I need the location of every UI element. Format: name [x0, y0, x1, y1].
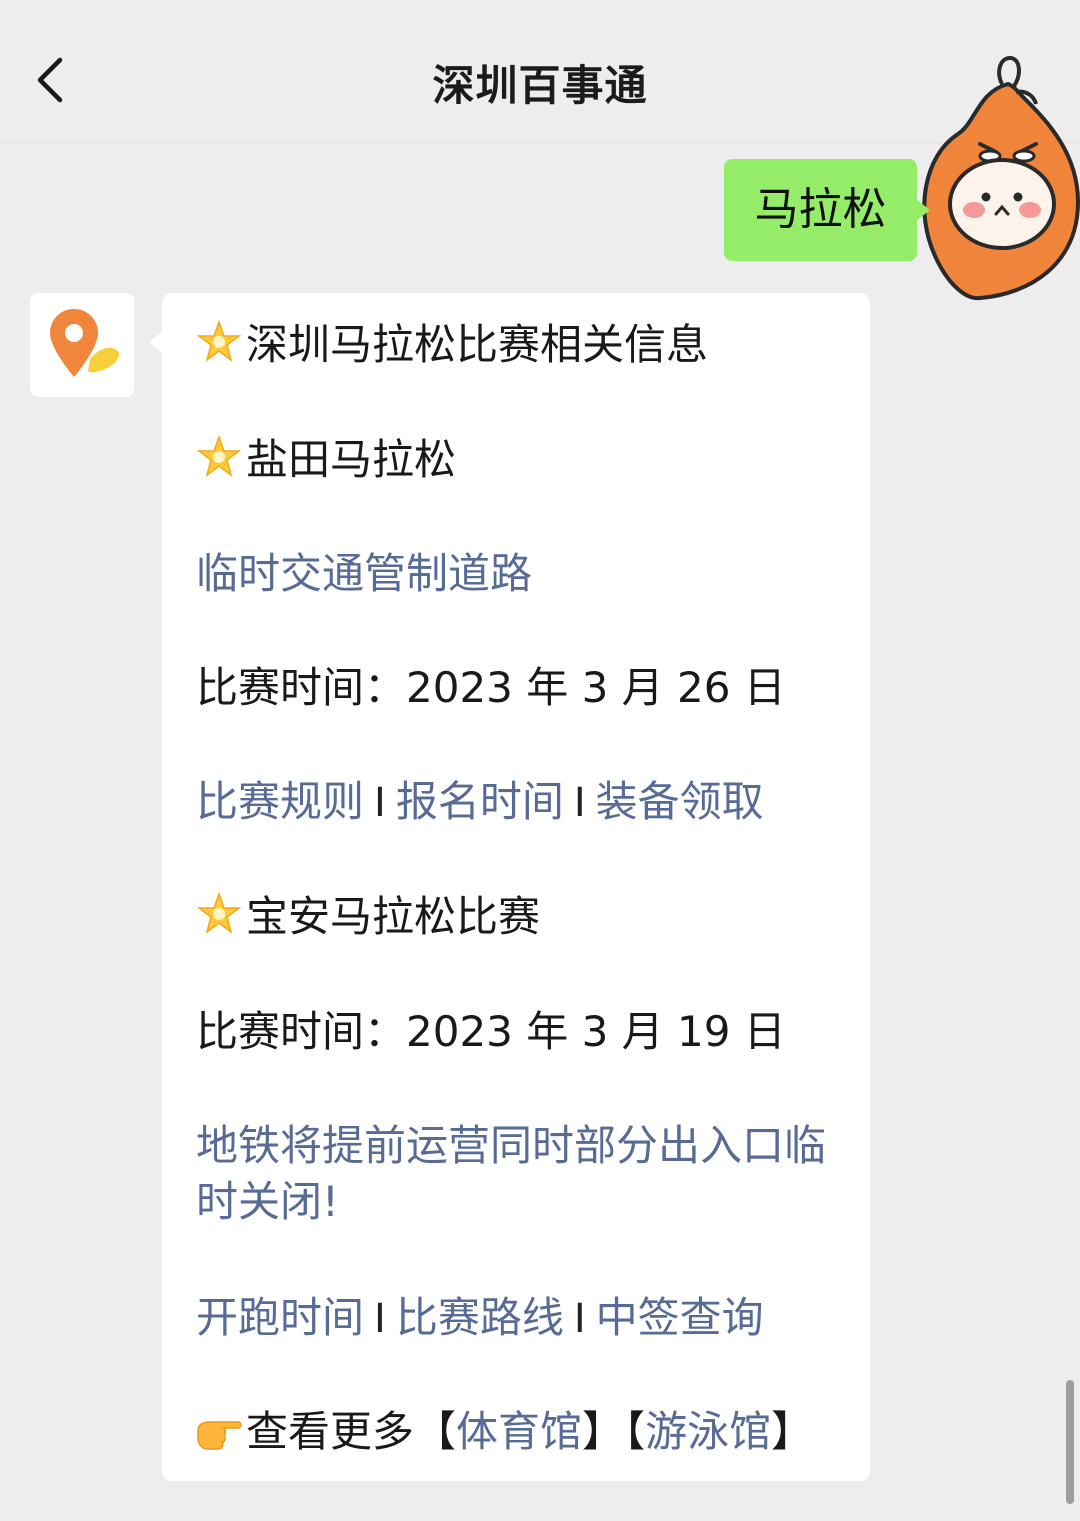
metro-notice-link-line-2[interactable]: 时关闭! [196, 1174, 850, 1230]
user-avatar[interactable] [918, 52, 1080, 302]
see-more-prefix: 查看更多 [246, 1407, 415, 1456]
links-row-baoan: 开跑时间 I 比赛路线 I 中签查询 [196, 1290, 850, 1347]
heading-shenzhen-marathon: 深圳马拉松比赛相关信息 [196, 317, 850, 373]
gear-pickup-link[interactable]: 装备领取 [596, 777, 764, 826]
race-date-yantian: 比赛时间：2023 年 3 月 26 日 [196, 663, 786, 712]
separator: I [573, 1296, 586, 1342]
swimming-pool-link[interactable]: 游泳馆 [645, 1407, 771, 1456]
separator: I [573, 780, 586, 826]
glowing-star-icon [196, 434, 242, 477]
glowing-star-icon [196, 891, 242, 934]
race-rules-link[interactable]: 比赛规则 [196, 777, 364, 826]
stadium-link[interactable]: 体育馆 [456, 1407, 582, 1456]
bracket-open: 【 [414, 1407, 457, 1456]
bot-avatar[interactable] [30, 293, 134, 397]
traffic-control-link[interactable]: 临时交通管制道路 [196, 546, 850, 602]
scrollbar[interactable] [1066, 1380, 1074, 1504]
links-row-yantian: 比赛规则 I 报名时间 I 装备领取 [196, 774, 850, 831]
user-message-bubble: 马拉松 [724, 159, 930, 261]
see-more-row: 查看更多【体育馆】【游泳馆】 [194, 1404, 850, 1460]
bot-message-bubble: 深圳马拉松比赛相关信息 盐田马拉松 临时交通管制道路 比赛时间：2023 年 3… [149, 293, 870, 1481]
location-pin-icon [50, 309, 120, 377]
separator: I [374, 780, 386, 826]
glowing-star-icon [196, 319, 242, 362]
heading-text: 宝安马拉松比赛 [246, 892, 541, 941]
race-date-baoan: 比赛时间：2023 年 3 月 19 日 [196, 1007, 786, 1056]
registration-time-link[interactable]: 报名时间 [396, 777, 564, 826]
bracket-open: 【 [624, 1407, 646, 1456]
heading-text: 盐田马拉松 [246, 435, 457, 484]
start-time-link[interactable]: 开跑时间 [196, 1293, 364, 1342]
metro-notice-link-line-1[interactable]: 地铁将提前运营同时部分出入口临 [196, 1118, 850, 1174]
heading-text: 深圳马拉松比赛相关信息 [246, 320, 709, 369]
lottery-result-link[interactable]: 中签查询 [596, 1293, 764, 1342]
race-route-link[interactable]: 比赛路线 [396, 1293, 564, 1342]
bracket-close: 】 [771, 1407, 814, 1456]
heading-baoan-marathon: 宝安马拉松比赛 [196, 889, 850, 945]
separator: I [374, 1296, 386, 1342]
pointing-hand-icon [197, 1421, 242, 1450]
bracket-close: 】 [582, 1407, 625, 1456]
heading-yantian-marathon: 盐田马拉松 [196, 432, 850, 488]
